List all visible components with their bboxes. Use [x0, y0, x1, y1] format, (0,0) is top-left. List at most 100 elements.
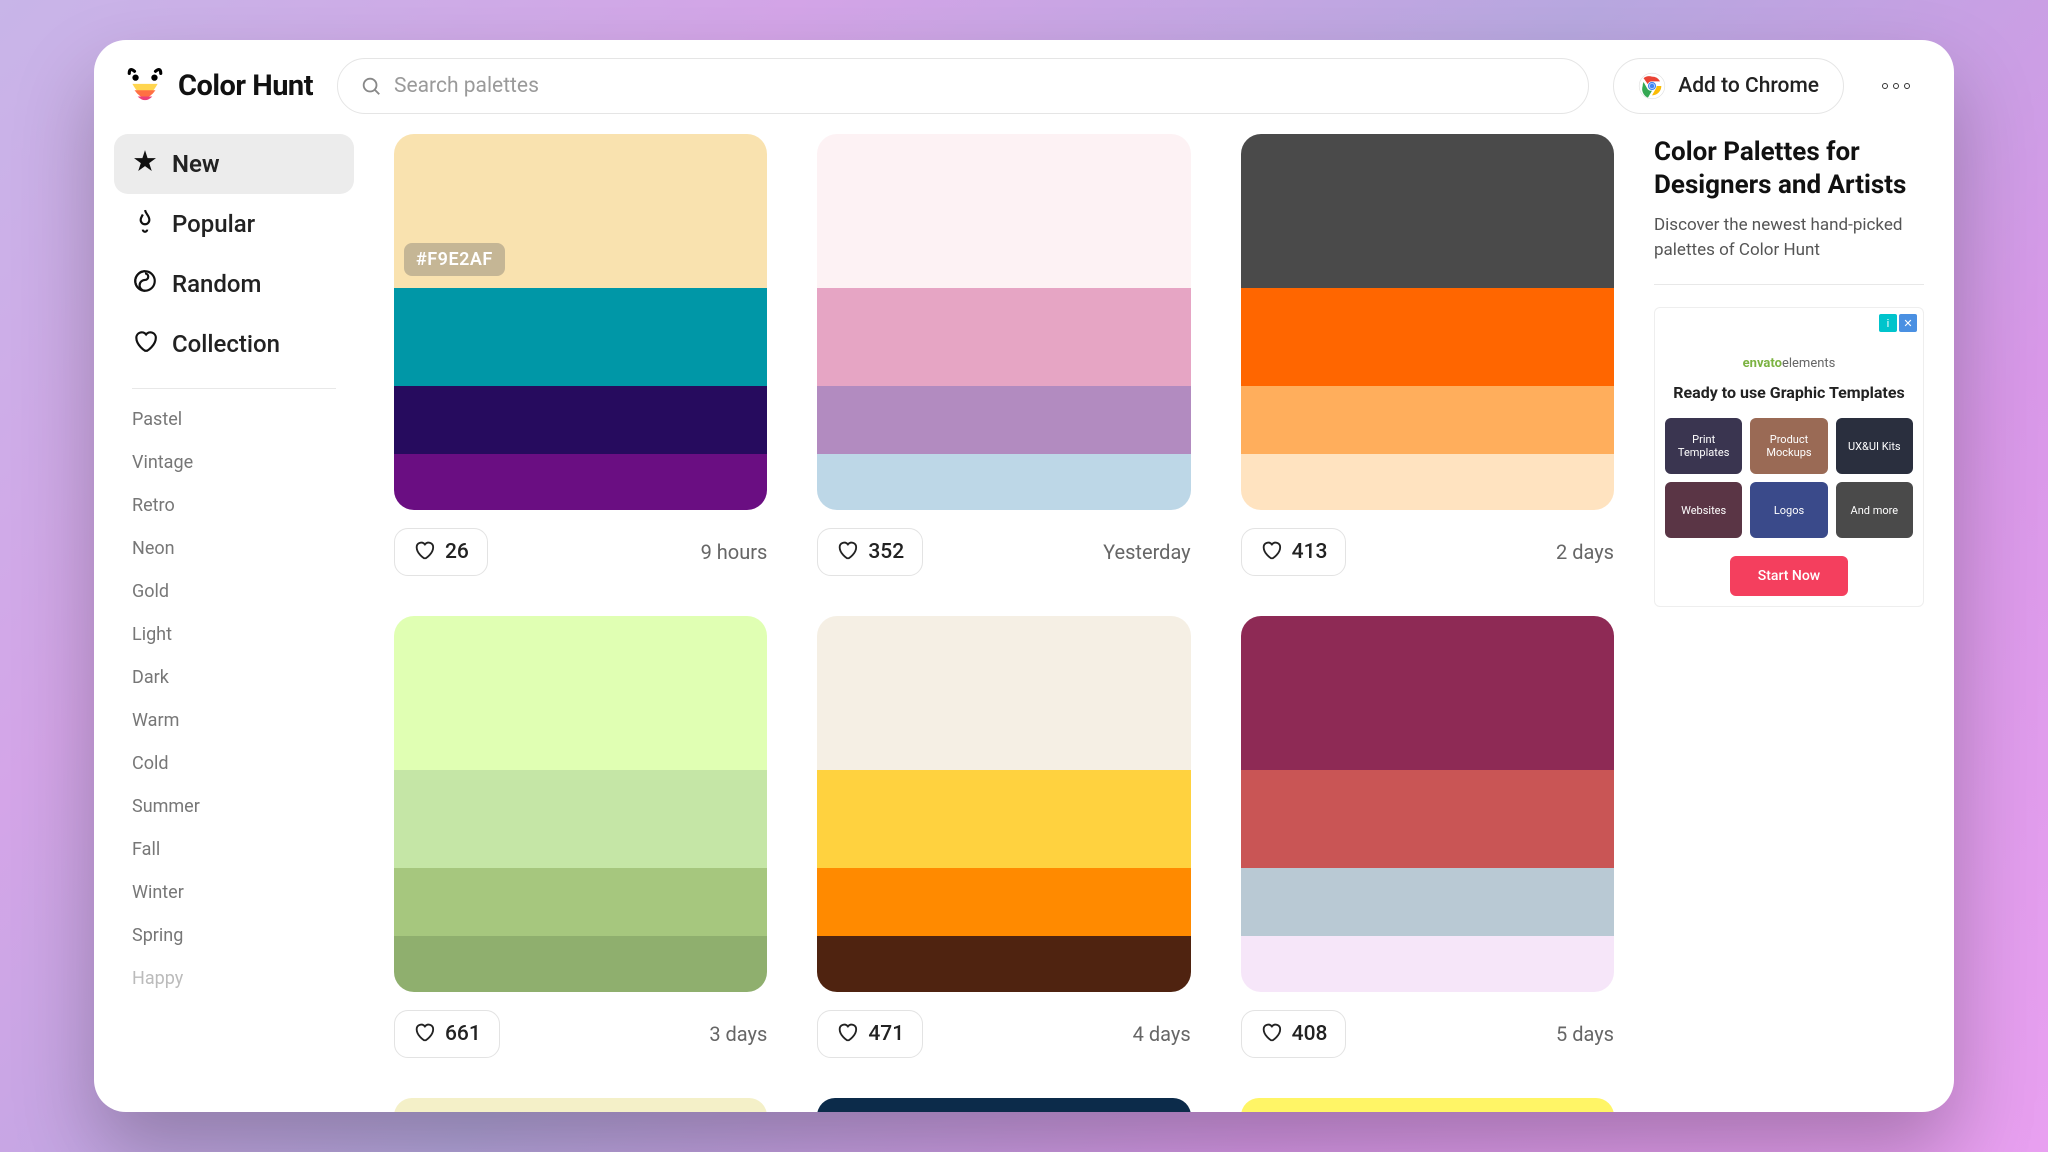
- palette-swatch[interactable]: [817, 868, 1190, 936]
- palette-swatch[interactable]: [817, 616, 1190, 770]
- like-count: 26: [445, 540, 469, 564]
- palette-swatch[interactable]: [394, 936, 767, 992]
- tag-neon[interactable]: Neon: [132, 538, 354, 559]
- palette-swatch[interactable]: [1241, 770, 1614, 868]
- tag-warm[interactable]: Warm: [132, 710, 354, 731]
- ad-tile[interactable]: Print Templates: [1665, 418, 1742, 474]
- hex-label[interactable]: #F9E2AF: [404, 243, 505, 276]
- palette-swatch[interactable]: [394, 616, 767, 770]
- palette-swatch[interactable]: [1241, 134, 1614, 288]
- heart-icon: [836, 539, 858, 565]
- ad-tile[interactable]: Websites: [1665, 482, 1742, 538]
- palette-card-peek: [394, 1098, 767, 1112]
- palette-card: 6613 days: [394, 616, 767, 1058]
- heart-icon: [413, 1021, 435, 1047]
- palette[interactable]: [817, 1098, 1190, 1112]
- ad-tile[interactable]: And more: [1836, 482, 1913, 538]
- like-button[interactable]: 26: [394, 528, 488, 576]
- tag-light[interactable]: Light: [132, 624, 354, 645]
- tag-dark[interactable]: Dark: [132, 667, 354, 688]
- palette-swatch[interactable]: [817, 770, 1190, 868]
- app-window: Color Hunt Add to Chrome NewPopularRando…: [94, 40, 1954, 1112]
- palette-swatch[interactable]: [1241, 616, 1614, 770]
- like-count: 661: [445, 1022, 481, 1046]
- like-button[interactable]: 352: [817, 528, 923, 576]
- palette[interactable]: [394, 1098, 767, 1112]
- tag-retro[interactable]: Retro: [132, 495, 354, 516]
- more-menu-button[interactable]: [1868, 58, 1924, 114]
- palette-swatch[interactable]: [1241, 386, 1614, 454]
- like-button[interactable]: 408: [1241, 1010, 1347, 1058]
- palette-swatch[interactable]: [817, 454, 1190, 510]
- brand[interactable]: Color Hunt: [124, 65, 313, 107]
- palette-card: 4714 days: [817, 616, 1190, 1058]
- palette-swatch[interactable]: [394, 868, 767, 936]
- tag-pastel[interactable]: Pastel: [132, 409, 354, 430]
- palette[interactable]: [1241, 1098, 1614, 1112]
- like-count: 408: [1292, 1022, 1328, 1046]
- ad-tile[interactable]: Logos: [1750, 482, 1827, 538]
- palette[interactable]: [394, 616, 767, 992]
- brand-name: Color Hunt: [178, 69, 313, 103]
- nav-random[interactable]: Random: [114, 254, 354, 314]
- search-box[interactable]: [337, 58, 1589, 114]
- tag-cold[interactable]: Cold: [132, 753, 354, 774]
- logo-icon: [124, 65, 166, 107]
- palette-card-peek: [817, 1098, 1190, 1112]
- palette[interactable]: [1241, 616, 1614, 992]
- palette-meta: 6613 days: [394, 1010, 767, 1058]
- palette[interactable]: [817, 134, 1190, 510]
- tag-spring[interactable]: Spring: [132, 925, 354, 946]
- palette-swatch[interactable]: [394, 454, 767, 510]
- ad-info-icon[interactable]: i: [1879, 314, 1897, 332]
- palette-swatch[interactable]: [817, 936, 1190, 992]
- palette-swatch[interactable]: [394, 386, 767, 454]
- palette-swatch[interactable]: [394, 770, 767, 868]
- palette-swatch[interactable]: [817, 288, 1190, 386]
- search-input[interactable]: [394, 74, 1566, 98]
- ad-logo: envatoelements: [1665, 356, 1913, 371]
- palette-meta: 4714 days: [817, 1010, 1190, 1058]
- palette-swatch[interactable]: [1241, 936, 1614, 992]
- ad-unit[interactable]: i ✕ envatoelements Ready to use Graphic …: [1654, 307, 1924, 607]
- palette-time: Yesterday: [1103, 540, 1191, 564]
- like-button[interactable]: 413: [1241, 528, 1347, 576]
- ad-tile[interactable]: UX&UI Kits: [1836, 418, 1913, 474]
- palette-swatch[interactable]: #F9E2AF: [394, 134, 767, 288]
- chrome-button-label: Add to Chrome: [1678, 74, 1819, 98]
- palette-swatch[interactable]: [817, 134, 1190, 288]
- tag-happy[interactable]: Happy: [132, 968, 354, 989]
- tag-vintage[interactable]: Vintage: [132, 452, 354, 473]
- tag-fall[interactable]: Fall: [132, 839, 354, 860]
- like-button[interactable]: 661: [394, 1010, 500, 1058]
- add-to-chrome-button[interactable]: Add to Chrome: [1613, 58, 1844, 114]
- palette[interactable]: #F9E2AF: [394, 134, 767, 510]
- right-column: Color Palettes for Designers and Artists…: [1634, 124, 1924, 1112]
- palette-swatch[interactable]: [1241, 454, 1614, 510]
- nav-collection[interactable]: Collection: [114, 314, 354, 374]
- nav-popular[interactable]: Popular: [114, 194, 354, 254]
- tag-gold[interactable]: Gold: [132, 581, 354, 602]
- tag-winter[interactable]: Winter: [132, 882, 354, 903]
- tag-summer[interactable]: Summer: [132, 796, 354, 817]
- like-count: 413: [1292, 540, 1328, 564]
- palette-time: 2 days: [1556, 540, 1614, 564]
- palette-swatch[interactable]: [1241, 868, 1614, 936]
- palette-card-peek: [1241, 1098, 1614, 1112]
- palette[interactable]: [817, 616, 1190, 992]
- ad-tile[interactable]: Product Mockups: [1750, 418, 1827, 474]
- ad-close-icon[interactable]: ✕: [1899, 314, 1917, 332]
- topbar: Color Hunt Add to Chrome: [94, 40, 1954, 124]
- palette-swatch[interactable]: [394, 288, 767, 386]
- like-button[interactable]: 471: [817, 1010, 923, 1058]
- nav-new[interactable]: New: [114, 134, 354, 194]
- nav-icon: [132, 208, 158, 240]
- search-icon: [360, 75, 382, 97]
- palette-swatch[interactable]: [1241, 288, 1614, 386]
- palette-swatch[interactable]: [817, 386, 1190, 454]
- palette[interactable]: [1241, 134, 1614, 510]
- ad-cta-button[interactable]: Start Now: [1730, 556, 1848, 596]
- tag-list: Pastel Vintage Retro Neon Gold Light Dark Warm C…: [114, 403, 354, 989]
- page-title: Color Palettes for Designers and Artists: [1654, 136, 1924, 201]
- nav-label: Collection: [172, 330, 280, 358]
